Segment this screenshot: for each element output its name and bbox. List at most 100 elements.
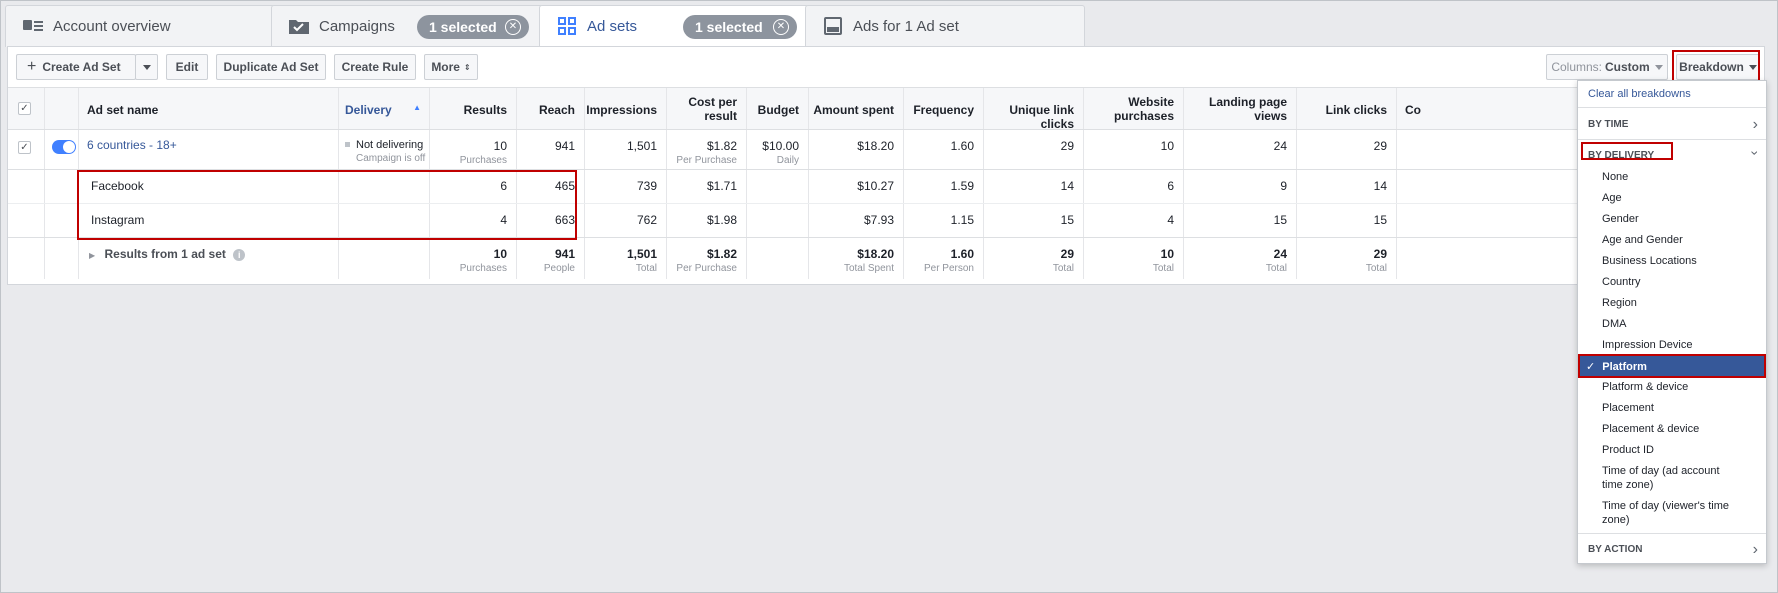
highlight-by-delivery — [1581, 142, 1673, 160]
results-value: 10 Purchases — [429, 130, 516, 169]
clear-all-breakdowns-link[interactable]: Clear all breakdowns — [1578, 88, 1766, 100]
cost-per-result-total: $1.82 Per Purchase — [666, 238, 746, 279]
value-sub: Per Purchase — [676, 263, 737, 274]
breakdown-option[interactable]: Placement & device — [1578, 423, 1766, 435]
column-header-cost-per-result[interactable]: Cost per result — [666, 88, 746, 129]
column-header-delivery[interactable]: Delivery ▲ — [338, 88, 429, 129]
checkbox-icon[interactable]: ✓ — [18, 141, 31, 154]
campaigns-selected-pill[interactable]: 1 selected ✕ — [417, 15, 529, 39]
status-dot-icon — [345, 142, 350, 147]
breakdown-option[interactable]: Country — [1578, 276, 1766, 288]
header-line-2: views — [1254, 109, 1287, 123]
tab-label: Campaigns — [319, 17, 395, 35]
totals-label[interactable]: ▶ Results from 1 ad set i — [78, 238, 338, 279]
more-label: More — [431, 60, 460, 74]
breakdown-option[interactable]: DMA — [1578, 318, 1766, 330]
breakdown-option[interactable]: Impression Device — [1578, 339, 1766, 351]
delivery-label: Not delivering — [356, 139, 424, 151]
column-header-impressions[interactable]: Impressions — [584, 88, 666, 129]
expand-arrow-icon[interactable]: ▶ — [89, 251, 95, 260]
delivery-status: Not delivering Campaign is off — [338, 130, 429, 169]
website-purchases-total: 10 Total — [1083, 238, 1183, 279]
breakdown-option[interactable]: Region — [1578, 297, 1766, 309]
landing-page-views-total: 24 Total — [1183, 238, 1296, 279]
toggle-column-header — [44, 88, 78, 129]
toggle-cell — [44, 130, 78, 169]
info-icon[interactable]: i — [233, 249, 246, 261]
breakdown-option-tod-viewer[interactable]: Time of day (viewer's time zone) — [1578, 499, 1766, 527]
columns-prefix: Columns: — [1551, 60, 1602, 74]
tab-campaigns[interactable]: Campaigns 1 selected ✕ — [271, 5, 543, 47]
create-rule-button[interactable]: Create Rule — [334, 54, 416, 80]
plus-icon: + — [27, 58, 37, 75]
cost-per-result-value: $1.98 — [666, 204, 746, 237]
empty-cell — [746, 204, 808, 237]
account-overview-icon — [23, 17, 43, 35]
column-header-results[interactable]: Results — [429, 88, 516, 129]
tab-account-overview[interactable]: Account overview — [5, 5, 275, 47]
create-options-dropdown[interactable] — [135, 54, 158, 80]
on-off-toggle[interactable] — [52, 140, 76, 154]
breakdown-option[interactable]: Age and Gender — [1578, 234, 1766, 246]
select-all-checkbox-cell[interactable]: ✓ — [8, 88, 44, 129]
more-button[interactable]: More ⇕ — [424, 54, 478, 80]
table-header-row: ✓ Ad set name Delivery ▲ Results Reach I… — [8, 87, 1764, 131]
breakdown-option[interactable]: None — [1578, 171, 1766, 183]
value-sub: Total — [1265, 263, 1287, 274]
value: $18.20 — [857, 247, 894, 261]
breakdown-option[interactable]: Gender — [1578, 213, 1766, 225]
budget-value: $10.00 Daily — [746, 130, 808, 169]
empty-cell — [746, 238, 808, 279]
header-line-2: purchases — [1113, 109, 1174, 123]
tab-ads[interactable]: Ads for 1 Ad set — [805, 5, 1085, 47]
breakdown-option[interactable]: Age — [1578, 192, 1766, 204]
tab-ad-sets[interactable]: Ad sets 1 selected ✕ — [539, 5, 809, 47]
breakdown-option[interactable]: Platform & device — [1578, 381, 1766, 393]
column-header-unique-link-clicks[interactable]: Unique link clicks — [983, 88, 1083, 131]
landing-page-views-value: 15 — [1183, 204, 1296, 237]
create-label: Create Ad Set — [42, 60, 121, 74]
tab-label: Account overview — [53, 17, 171, 35]
value: $1.82 — [706, 139, 737, 153]
clear-selection-icon[interactable]: ✕ — [773, 19, 789, 35]
row-checkbox-cell[interactable]: ✓ — [8, 130, 44, 169]
impressions-value: 762 — [584, 204, 666, 237]
duplicate-ad-set-button[interactable]: Duplicate Ad Set — [216, 54, 326, 80]
delivery-sub: Campaign is off — [356, 153, 426, 164]
link-clicks-value: 15 — [1296, 204, 1396, 237]
ad-set-row[interactable]: ✓ 6 countries - 18+ Not delivering Campa… — [8, 129, 1764, 169]
highlight-breakdown-rows — [77, 170, 577, 240]
column-header-budget[interactable]: Budget — [746, 88, 808, 129]
breakdown-option[interactable]: Product ID — [1578, 444, 1766, 456]
edit-button[interactable]: Edit — [166, 54, 208, 80]
value: 29 — [1373, 247, 1387, 261]
column-header-reach[interactable]: Reach — [516, 88, 584, 129]
empty-cell — [8, 170, 44, 203]
value: 29 — [1060, 247, 1074, 261]
value-sub: Total — [635, 263, 657, 274]
value: 1,501 — [626, 247, 657, 261]
value: 10 — [493, 139, 507, 153]
column-header-frequency[interactable]: Frequency — [903, 88, 983, 129]
create-ad-set-button[interactable]: + Create Ad Set — [16, 54, 136, 80]
highlight-breakdown-button — [1672, 50, 1760, 84]
empty-cell — [8, 238, 44, 279]
breakdown-option-tod-account[interactable]: Time of day (ad account time zone) — [1578, 464, 1766, 492]
checkbox-icon[interactable]: ✓ — [18, 102, 31, 115]
by-time-section[interactable]: BY TIME › — [1578, 114, 1766, 136]
clear-selection-icon[interactable]: ✕ — [505, 19, 521, 35]
by-action-section[interactable]: BY ACTION › — [1578, 539, 1766, 561]
column-header-amount-spent[interactable]: Amount spent — [808, 88, 903, 129]
column-header-website-purchases[interactable]: Website purchases — [1083, 88, 1183, 129]
breakdown-menu: Clear all breakdowns BY TIME › BY DELIVE… — [1577, 80, 1767, 564]
value: 941 — [554, 247, 575, 261]
chevron-down-icon — [1654, 64, 1663, 70]
column-header-name[interactable]: Ad set name — [78, 88, 338, 129]
ad-sets-selected-pill[interactable]: 1 selected ✕ — [683, 15, 797, 39]
column-header-link-clicks[interactable]: Link clicks — [1296, 88, 1396, 129]
breakdown-option[interactable]: Business Locations — [1578, 255, 1766, 267]
breakdown-option[interactable]: Placement — [1578, 402, 1766, 414]
column-header-landing-page-views[interactable]: Landing page views — [1183, 88, 1296, 129]
ad-set-name-link[interactable]: 6 countries - 18+ — [78, 130, 338, 169]
columns-dropdown[interactable]: Columns: Custom — [1546, 54, 1668, 80]
